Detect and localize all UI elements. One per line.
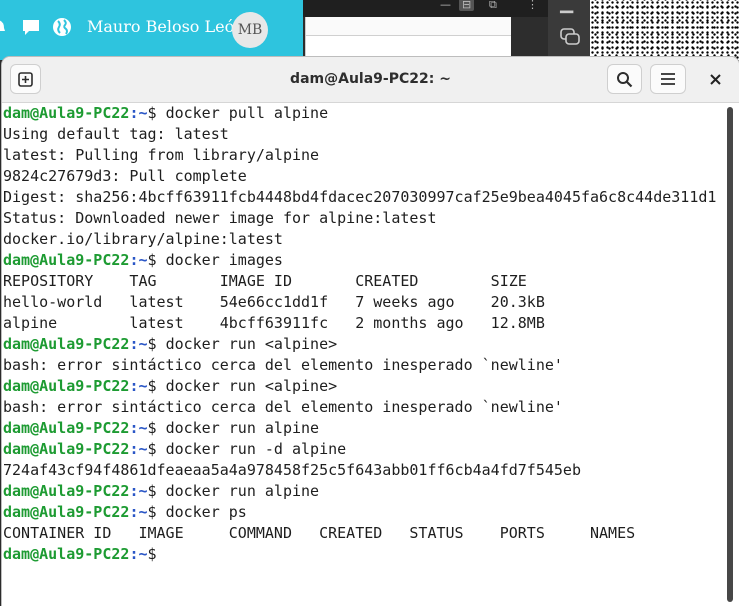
prompt-user: dam@Aula9-PC22 bbox=[3, 377, 130, 395]
prompt-symbol: $ bbox=[147, 419, 166, 437]
command-line: dam@Aula9-PC22:~$ docker pull alpine bbox=[3, 103, 723, 124]
prompt-symbol: $ bbox=[147, 335, 166, 353]
terminal-titlebar[interactable]: dam@Aula9-PC22: ~ bbox=[2, 57, 739, 103]
prompt-user: dam@Aula9-PC22 bbox=[3, 545, 130, 563]
avatar[interactable]: MB bbox=[232, 12, 268, 48]
background-window: — ⊟ ⧉ ⋮ bbox=[303, 0, 548, 61]
prompt-path: :~ bbox=[129, 545, 148, 563]
prompt-path: :~ bbox=[129, 377, 148, 395]
command-line: dam@Aula9-PC22:~$ bbox=[3, 544, 723, 565]
output-line: CONTAINER ID IMAGE COMMAND CREATED STATU… bbox=[3, 524, 636, 542]
desktop-background: Mauro Beloso León MB — ⊟ ⧉ ⋮ ▁ bbox=[0, 0, 739, 61]
prompt-user: dam@Aula9-PC22 bbox=[3, 440, 130, 458]
scrollbar[interactable] bbox=[726, 107, 734, 602]
background-document bbox=[305, 17, 511, 61]
output-line: Using default tag: latest bbox=[3, 125, 229, 143]
new-tab-button[interactable] bbox=[10, 64, 41, 94]
prompt-symbol: $ bbox=[147, 251, 166, 269]
output-line: REPOSITORY TAG IMAGE ID CREATED SIZE bbox=[3, 272, 527, 290]
background-image bbox=[590, 0, 739, 60]
prompt-path: :~ bbox=[129, 440, 148, 458]
chat-bubbles-icon[interactable] bbox=[560, 28, 580, 51]
output-line: latest: Pulling from library/alpine bbox=[3, 146, 320, 164]
user-name[interactable]: Mauro Beloso León bbox=[87, 17, 245, 37]
prompt-symbol: $ bbox=[147, 104, 166, 122]
command-text: docker run alpine bbox=[165, 419, 320, 437]
output-line: docker.io/library/alpine:latest bbox=[3, 230, 283, 248]
output-line: 9824c27679d3: Pull complete bbox=[3, 167, 247, 185]
command-line: dam@Aula9-PC22:~$ docker run -d alpine bbox=[3, 439, 723, 460]
globe-icon[interactable] bbox=[52, 17, 72, 42]
command-text: docker ps bbox=[165, 503, 247, 521]
menu-button[interactable] bbox=[650, 64, 686, 94]
output-line: bash: error sintáctico cerca del element… bbox=[3, 398, 563, 416]
prompt-symbol: $ bbox=[147, 377, 166, 395]
prompt-path: :~ bbox=[129, 482, 148, 500]
command-line: dam@Aula9-PC22:~$ docker run alpine bbox=[3, 418, 723, 439]
top-panel: Mauro Beloso León MB bbox=[0, 0, 303, 60]
background-window-titlebar: — ⊟ ⧉ ⋮ bbox=[303, 0, 548, 17]
terminal-output[interactable]: dam@Aula9-PC22:~$ docker pull alpine Usin… bbox=[3, 103, 723, 606]
command-text: docker pull alpine bbox=[165, 104, 329, 122]
side-dock: ▁ bbox=[548, 0, 590, 60]
prompt-symbol: $ bbox=[147, 545, 166, 563]
prompt-user: dam@Aula9-PC22 bbox=[3, 482, 130, 500]
hamburger-icon bbox=[661, 73, 675, 85]
output-line: bash: error sintáctico cerca del element… bbox=[3, 356, 563, 374]
bell-icon[interactable] bbox=[0, 17, 6, 40]
terminal-window[interactable]: dam@Aula9-PC22: ~ dam@Aula9-PC22:~$ dock… bbox=[2, 57, 739, 606]
close-icon bbox=[709, 73, 721, 85]
command-line: dam@Aula9-PC22:~$ docker images bbox=[3, 250, 723, 271]
close-button[interactable] bbox=[700, 64, 730, 94]
prompt-user: dam@Aula9-PC22 bbox=[3, 335, 130, 353]
prompt-symbol: $ bbox=[147, 440, 166, 458]
prompt-user: dam@Aula9-PC22 bbox=[3, 503, 130, 521]
command-line: dam@Aula9-PC22:~$ docker ps bbox=[3, 502, 723, 523]
command-line: dam@Aula9-PC22:~$ docker run alpine bbox=[3, 481, 723, 502]
notification-icon[interactable]: ▁ bbox=[560, 0, 573, 14]
output-line: 724af43cf94f4861dfeaeaa5a4a978458f25c5f6… bbox=[3, 461, 581, 479]
prompt-user: dam@Aula9-PC22 bbox=[3, 104, 130, 122]
command-text: docker run -d alpine bbox=[165, 440, 347, 458]
search-icon bbox=[617, 71, 633, 87]
prompt-user: dam@Aula9-PC22 bbox=[3, 251, 130, 269]
command-line: dam@Aula9-PC22:~$ docker run <alpine> bbox=[3, 334, 723, 355]
new-tab-icon bbox=[18, 71, 33, 87]
command-text: docker run <alpine> bbox=[165, 377, 338, 395]
command-text: docker run alpine bbox=[165, 482, 320, 500]
command-text: docker images bbox=[165, 251, 283, 269]
command-line: dam@Aula9-PC22:~$ docker run <alpine> bbox=[3, 376, 723, 397]
more-icon[interactable]: ⋮ bbox=[527, 0, 538, 11]
minimize-icon[interactable]: — bbox=[440, 0, 451, 11]
prompt-path: :~ bbox=[129, 419, 148, 437]
scrollbar-thumb[interactable] bbox=[727, 107, 733, 602]
tile-icon[interactable]: ⊟ bbox=[459, 0, 475, 11]
prompt-user: dam@Aula9-PC22 bbox=[3, 419, 130, 437]
prompt-symbol: $ bbox=[147, 503, 166, 521]
command-text: docker run <alpine> bbox=[165, 335, 338, 353]
output-line: Digest: sha256:4bcff63911fcb4448bd4fdace… bbox=[3, 188, 717, 206]
prompt-path: :~ bbox=[129, 503, 148, 521]
output-line: alpine latest 4bcff63911fc 2 months ago … bbox=[3, 314, 545, 332]
prompt-path: :~ bbox=[129, 251, 148, 269]
prompt-path: :~ bbox=[129, 335, 148, 353]
chat-icon[interactable] bbox=[21, 17, 41, 42]
prompt-path: :~ bbox=[129, 104, 148, 122]
search-button[interactable] bbox=[607, 64, 642, 94]
maximize-icon[interactable]: ⧉ bbox=[489, 0, 497, 12]
output-line: hello-world latest 54e66cc1dd1f 7 weeks … bbox=[3, 293, 545, 311]
prompt-symbol: $ bbox=[147, 482, 166, 500]
output-line: Status: Downloaded newer image for alpin… bbox=[3, 209, 437, 227]
